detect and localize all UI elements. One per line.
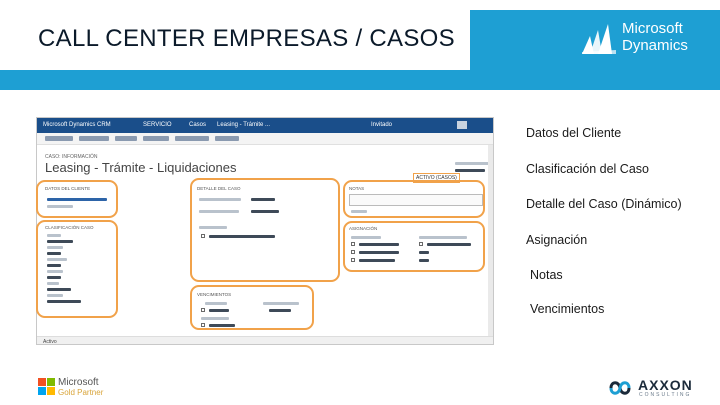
highlight-asignacion (343, 221, 485, 272)
slide: CALL CENTER EMPRESAS / CASOS Microsoft D… (0, 0, 720, 405)
crm-user: Invitado (371, 122, 393, 128)
legend-datos-cliente: Datos del Cliente (526, 126, 622, 140)
crm-scrollbar (488, 145, 493, 336)
axxon-subtitle: CONSULTING (639, 392, 692, 398)
partner-line-1: Microsoft (58, 377, 99, 388)
axxon-mark-icon (609, 381, 631, 395)
logo-line-1: Microsoft (622, 20, 683, 37)
highlight-notas (343, 180, 485, 218)
legend-asignacion: Asignación (526, 233, 588, 247)
ms-logo-red-square (38, 378, 46, 386)
legend-clasificacion: Clasificación del Caso (526, 162, 649, 176)
legend-notas: Notas (530, 268, 563, 282)
crm-status-footer: Activo (37, 336, 493, 344)
crm-avatar (457, 121, 467, 129)
highlight-clasificacion (36, 220, 118, 318)
legend-vencimientos: Vencimientos (530, 302, 605, 316)
microsoft-dynamics-logo: Microsoft Dynamics (580, 20, 700, 60)
crm-entity: Casos (189, 122, 207, 128)
ms-logo-green-square (47, 378, 55, 386)
axxon-logo: AXXON CONSULTING (608, 376, 708, 400)
partner-line-2: Gold Partner (58, 388, 104, 397)
microsoft-gold-partner-logo: Microsoft Gold Partner (38, 377, 128, 399)
highlight-datos-cliente (36, 180, 118, 218)
crm-nav-bar: Microsoft Dynamics CRM SERVICIO Casos Le… (37, 118, 493, 133)
crm-command-bar (37, 133, 493, 145)
dynamics-logo-icon (582, 24, 616, 54)
crm-area: SERVICIO (143, 122, 172, 128)
legend-detalle: Detalle del Caso (Dinámico) (526, 197, 682, 211)
logo-line-2: Dynamics (622, 37, 688, 54)
crm-app-name: Microsoft Dynamics CRM (43, 122, 111, 128)
slide-title: CALL CENTER EMPRESAS / CASOS (38, 25, 455, 52)
crm-record-crumb: Leasing - Trámite ... (217, 122, 271, 128)
crm-form-title: Leasing - Trámite - Liquidaciones (45, 160, 237, 175)
ms-logo-blue-square (38, 387, 46, 395)
ms-logo-yellow-square (47, 387, 55, 395)
axxon-name: AXXON (638, 377, 693, 393)
highlight-vencimientos (190, 285, 314, 330)
highlight-detalle (190, 178, 340, 282)
slide-header: CALL CENTER EMPRESAS / CASOS Microsoft D… (0, 0, 720, 90)
